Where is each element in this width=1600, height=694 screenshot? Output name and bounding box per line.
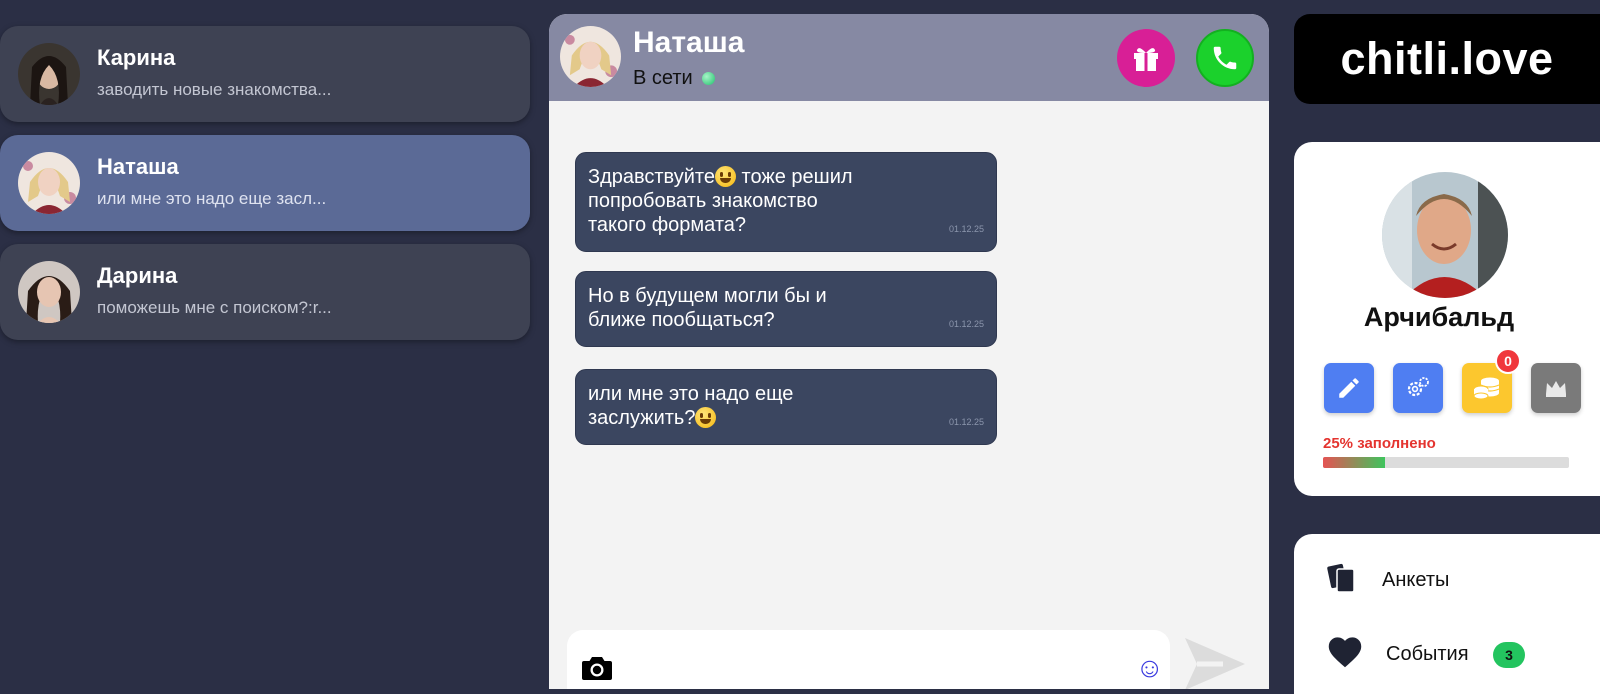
gift-button[interactable]	[1117, 29, 1175, 87]
contact-last-message: или мне это надо еще засл...	[97, 189, 327, 208]
contact-name: Наташа	[97, 154, 179, 179]
smiley-emoji-icon	[714, 166, 736, 187]
online-status-text: В сети	[633, 67, 693, 89]
message-bubble: Но в будущем могли бы и ближе пообщаться…	[575, 271, 997, 347]
send-icon	[1185, 638, 1245, 689]
avatar	[18, 152, 80, 214]
cards-icon	[1326, 561, 1360, 600]
menu-item-label: События	[1386, 643, 1469, 665]
chat-avatar[interactable]	[560, 26, 621, 87]
message-time: 01.12.25	[948, 319, 984, 329]
message-bubble: или мне это надо еще заслужить? 01.12.25	[575, 369, 997, 445]
chat-panel: Наташа В сети Здравствуйте тоже решил по…	[549, 14, 1269, 689]
send-button[interactable]	[1183, 636, 1247, 689]
contact-item-darina[interactable]: Дарина поможешь мне с поиском?:r...	[0, 244, 530, 340]
profile-card: Арчибальд 0 25% заполнено	[1294, 142, 1600, 496]
message-time: 01.12.25	[948, 224, 984, 234]
settings-button[interactable]	[1393, 363, 1443, 413]
avatar	[18, 261, 80, 323]
profile-name: Арчибальд	[1363, 302, 1515, 332]
coins-icon	[1473, 377, 1500, 400]
message-text: или мне это надо еще заслужить?	[588, 383, 794, 429]
menu-item-label: Анкеты	[1382, 569, 1450, 591]
contact-item-karina[interactable]: Карина заводить новые знакомства...	[0, 26, 530, 122]
call-button[interactable]	[1196, 29, 1254, 87]
profile-completion-label: 25% заполнено	[1323, 435, 1436, 452]
crown-icon	[1546, 381, 1566, 397]
contacts-list: Карина заводить новые знакомства... Ната…	[0, 26, 530, 353]
message-text: Здравствуйте тоже решил попробовать знак…	[588, 166, 853, 236]
smiley-emoji-icon	[695, 407, 717, 428]
message-text: Но в будущем могли бы и ближе пообщаться…	[588, 285, 827, 331]
avatar	[18, 43, 80, 105]
profile-completion-bar	[1323, 457, 1569, 468]
phone-icon	[1213, 46, 1237, 70]
contact-last-message: поможешь мне с поиском?:r...	[97, 298, 332, 317]
brand-logo[interactable]: chitli.love	[1294, 14, 1600, 104]
message-input-area[interactable]: ☺	[567, 630, 1170, 689]
contact-item-natasha[interactable]: Наташа или мне это надо еще засл...	[0, 135, 530, 231]
online-status: В сети	[633, 67, 716, 90]
profile-completion-fill	[1323, 457, 1385, 468]
contact-name: Дарина	[97, 263, 178, 288]
contact-name: Карина	[97, 45, 176, 70]
menu-item-events[interactable]: События 3	[1294, 628, 1600, 688]
pencil-icon	[1339, 378, 1359, 398]
chat-contact-name: Наташа	[633, 26, 745, 59]
vip-button[interactable]	[1531, 363, 1581, 413]
message-bubble: Здравствуйте тоже решил попробовать знак…	[575, 152, 997, 252]
contact-last-message: заводить новые знакомства...	[97, 80, 332, 99]
message-time: 01.12.25	[948, 417, 984, 427]
chat-header: Наташа В сети	[549, 14, 1269, 101]
menu-item-profiles[interactable]: Анкеты	[1294, 554, 1600, 614]
brand-name: chitli.love	[1340, 33, 1554, 84]
profile-avatar[interactable]	[1382, 172, 1508, 298]
gear-icon	[1407, 377, 1429, 397]
gift-icon	[1134, 48, 1158, 71]
heart-icon	[1326, 634, 1364, 673]
events-count-badge: 3	[1493, 642, 1525, 668]
coins-count-badge: 0	[1495, 348, 1521, 374]
camera-icon[interactable]	[581, 655, 613, 686]
online-dot-icon	[702, 72, 716, 86]
side-menu: Анкеты События 3	[1294, 534, 1600, 694]
edit-profile-button[interactable]	[1324, 363, 1374, 413]
emoji-icon[interactable]: ☺	[1135, 654, 1164, 682]
